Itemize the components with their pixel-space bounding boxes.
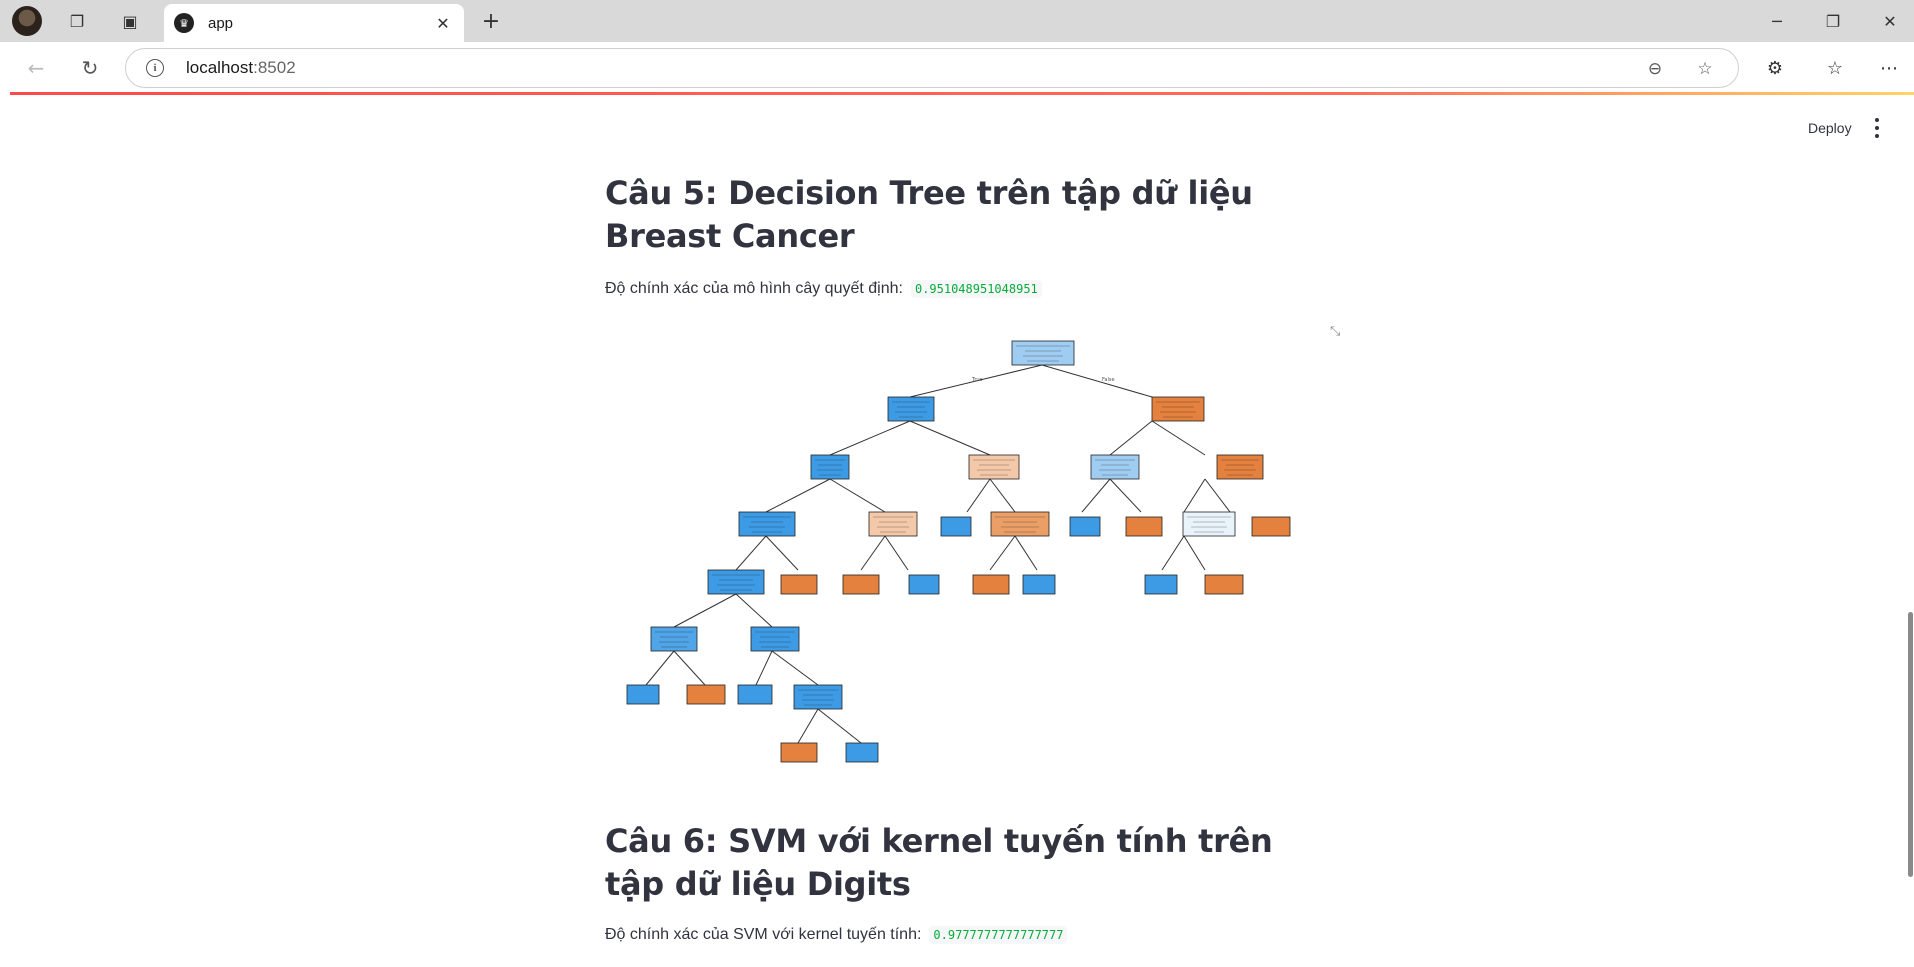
new-tab-icon[interactable]: + <box>478 8 504 34</box>
tree-node <box>1011 340 1075 366</box>
section6-accuracy-value: 0.9777777777777777 <box>929 926 1068 944</box>
browser-tab-strip: ❐ ▣ ♛ app ✕ + ─ ❐ ✕ <box>0 0 1914 42</box>
tree-node <box>1216 454 1264 480</box>
deploy-button[interactable]: Deploy <box>1808 120 1852 136</box>
url-text: localhost:8502 <box>186 58 296 77</box>
workspaces-icon[interactable]: ❐ <box>63 7 91 35</box>
tree-node <box>686 684 726 705</box>
tree-node <box>972 574 1010 595</box>
tree-node <box>1090 454 1140 480</box>
tree-node <box>1151 396 1205 422</box>
profile-avatar[interactable] <box>12 6 42 36</box>
section6-accuracy: Độ chính xác của SVM với kernel tuyến tí… <box>605 926 1068 944</box>
tree-node <box>650 626 698 652</box>
tree-node <box>707 569 765 595</box>
edge-false-label: False <box>1102 377 1115 383</box>
back-icon[interactable]: ← <box>22 54 50 82</box>
favorite-star-icon[interactable]: ☆ <box>1694 58 1716 80</box>
tree-node <box>842 574 880 595</box>
tree-node <box>845 742 879 763</box>
tree-node <box>1022 574 1056 595</box>
edge-true-label: True <box>971 377 983 383</box>
reload-icon[interactable]: ↻ <box>76 54 104 82</box>
browser-tab[interactable]: ♛ app ✕ <box>164 4 464 42</box>
section6-title: Câu 6: SVM với kernel tuyến tính trên tậ… <box>605 822 1273 903</box>
tree-node <box>990 511 1050 537</box>
decision-tree-plot: True False <box>626 340 1291 763</box>
tab-title: app <box>208 14 234 32</box>
zoom-out-icon[interactable]: ⊖ <box>1644 58 1666 80</box>
tree-node <box>908 574 940 595</box>
section6-accuracy-label: Độ chính xác của SVM với kernel tuyến tí… <box>605 926 922 943</box>
section5-accuracy: Độ chính xác của mô hình cây quyết định:… <box>605 280 1042 298</box>
section5-accuracy-value: 0.951048951048951 <box>910 280 1042 298</box>
section5-title: Câu 5: Decision Tree trên tập dữ liệu Br… <box>605 174 1253 255</box>
extensions-icon[interactable]: ⚙ <box>1762 55 1788 81</box>
favorites-icon[interactable]: ☆ <box>1822 55 1848 81</box>
streamlit-icon: ♛ <box>174 13 194 33</box>
address-bar[interactable]: i localhost:8502 ⊖ ☆ <box>125 48 1739 88</box>
more-options-icon[interactable]: ⋯ <box>1876 55 1902 81</box>
tree-node <box>810 454 850 480</box>
tree-node <box>940 516 972 537</box>
minimize-icon[interactable]: ─ <box>1757 8 1797 34</box>
tree-node <box>737 684 773 705</box>
tree-node <box>868 511 918 537</box>
tree-node <box>738 511 796 537</box>
browser-toolbar: ← ↻ i localhost:8502 ⊖ ☆ ⚙ ☆ ⋯ <box>0 42 1914 94</box>
tree-node <box>1182 511 1236 537</box>
tree-node <box>1125 516 1163 537</box>
tree-node <box>887 396 935 422</box>
tree-nodes <box>626 340 1291 763</box>
section5-accuracy-label: Độ chính xác của mô hình cây quyết định: <box>605 280 903 297</box>
tree-node <box>780 574 818 595</box>
site-info-icon[interactable]: i <box>146 59 164 77</box>
tree-node <box>968 454 1020 480</box>
tree-node <box>1251 516 1291 537</box>
close-tab-icon[interactable]: ✕ <box>432 12 454 34</box>
tree-edges <box>645 364 1231 744</box>
tab-actions-icon[interactable]: ▣ <box>116 7 144 35</box>
tree-node <box>1069 516 1101 537</box>
tree-node <box>780 742 818 763</box>
tree-node <box>626 684 660 705</box>
tree-node <box>750 626 800 652</box>
tree-node <box>1144 574 1178 595</box>
tree-node <box>793 684 843 710</box>
fullscreen-expand-icon[interactable]: ⤡ <box>1330 324 1346 340</box>
main-menu-icon[interactable] <box>1872 118 1882 138</box>
restore-icon[interactable]: ❐ <box>1813 8 1853 34</box>
tree-node <box>1204 574 1244 595</box>
page-scrollbar[interactable] <box>1908 612 1913 877</box>
close-window-icon[interactable]: ✕ <box>1870 8 1910 34</box>
